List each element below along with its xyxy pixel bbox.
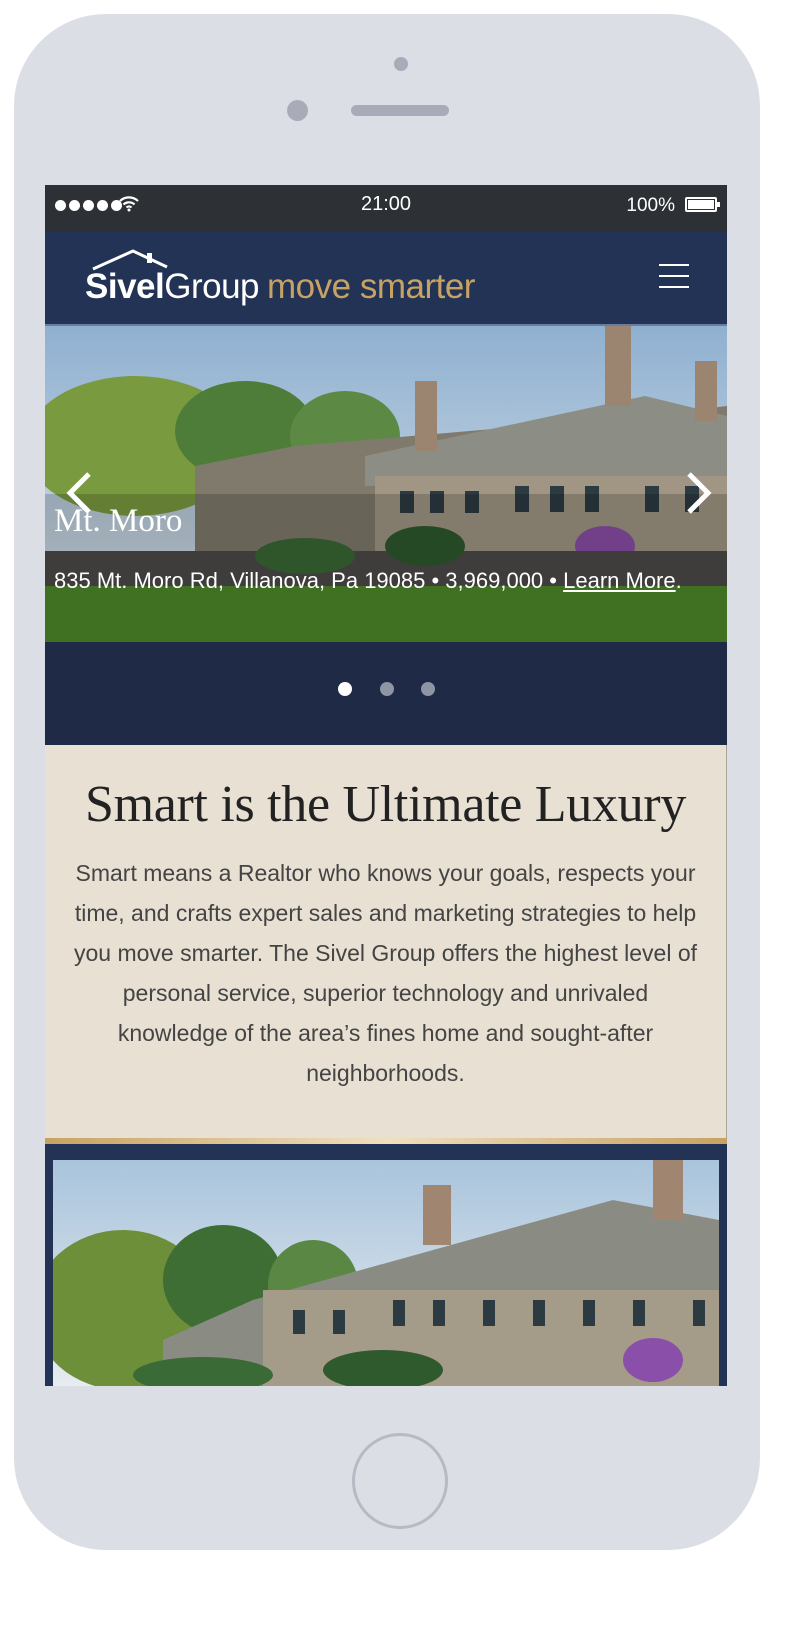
feature-house-photo[interactable]	[53, 1160, 719, 1386]
feature-house-illustration	[53, 1160, 719, 1386]
status-bar: 21:00 100%	[45, 185, 727, 232]
hero-details: 835 Mt. Moro Rd, Villanova, Pa 19085 • 3…	[54, 561, 719, 601]
chevron-left-icon[interactable]	[63, 471, 95, 515]
proximity-sensor	[394, 57, 408, 71]
status-time: 21:00	[360, 193, 412, 215]
logo-tagline: move smarter	[267, 267, 475, 306]
hero-carousel: Mt. Moro 835 Mt. Moro Rd, Villanova, Pa …	[45, 324, 727, 642]
carousel-dot-2[interactable]	[380, 682, 394, 696]
hamburger-icon[interactable]	[659, 264, 689, 290]
battery-icon	[685, 197, 720, 212]
phone-screen: 21:00 100% SivelGroup move smarter Mt. M…	[45, 185, 727, 1386]
chevron-right-icon[interactable]	[683, 471, 715, 515]
intro-section: Smart is the Ultimate Luxury Smart means…	[45, 745, 727, 1138]
site-header: SivelGroup move smarter	[45, 232, 727, 324]
logo-brand-light: Group	[164, 267, 260, 306]
hero-link-suffix: .	[675, 568, 682, 593]
carousel-dot-1[interactable]	[338, 682, 352, 696]
roof-logo-icon	[92, 249, 168, 271]
hero-learn-more-link[interactable]: Learn More	[563, 568, 676, 593]
carousel-dot-3[interactable]	[421, 682, 435, 696]
earpiece-speaker	[351, 105, 449, 116]
battery-percent: 100%	[626, 195, 675, 216]
home-button[interactable]	[352, 1433, 448, 1529]
logo-brand-bold: Sivel	[85, 267, 165, 306]
front-camera	[287, 100, 308, 121]
feature-section	[45, 1144, 727, 1386]
intro-body: Smart means a Realtor who knows your goa…	[73, 860, 698, 1086]
site-logo[interactable]: SivelGroup move smarter	[85, 249, 475, 307]
hero-address-price: 835 Mt. Moro Rd, Villanova, Pa 19085 • 3…	[54, 568, 557, 593]
carousel-indicators	[45, 642, 727, 745]
intro-heading: Smart is the Ultimate Luxury	[84, 776, 687, 833]
